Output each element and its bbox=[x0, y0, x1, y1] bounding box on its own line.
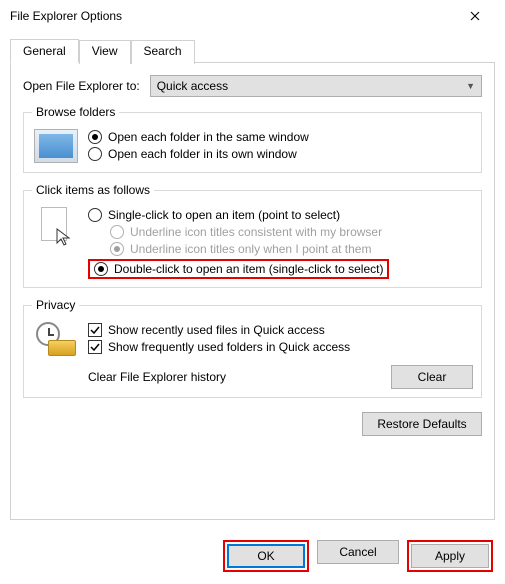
radio-single-click[interactable]: Single-click to open an item (point to s… bbox=[88, 208, 473, 222]
radio-icon bbox=[110, 242, 124, 256]
titlebar: File Explorer Options bbox=[0, 0, 505, 32]
privacy-legend: Privacy bbox=[32, 298, 79, 312]
browse-folders-group: Browse folders Open each folder in the s… bbox=[23, 105, 482, 173]
open-to-value: Quick access bbox=[157, 79, 228, 93]
radio-double-click[interactable]: Double-click to open an item (single-cli… bbox=[94, 262, 383, 276]
tab-strip: General View Search bbox=[10, 38, 495, 62]
close-icon bbox=[470, 11, 480, 21]
tab-search[interactable]: Search bbox=[131, 40, 195, 64]
click-items-group: Click items as follows Single-click to o… bbox=[23, 183, 482, 288]
cancel-button[interactable]: Cancel bbox=[317, 540, 399, 564]
radio-icon bbox=[88, 147, 102, 161]
privacy-icon bbox=[32, 320, 80, 357]
radio-same-window[interactable]: Open each folder in the same window bbox=[88, 130, 473, 144]
checkbox-recent-files[interactable]: Show recently used files in Quick access bbox=[88, 323, 473, 337]
open-to-label: Open File Explorer to: bbox=[23, 79, 140, 93]
privacy-group: Privacy Show recently used files in Quic… bbox=[23, 298, 482, 398]
checkbox-frequent-folders[interactable]: Show frequently used folders in Quick ac… bbox=[88, 340, 473, 354]
click-items-icon bbox=[32, 205, 80, 279]
radio-underline-browser: Underline icon titles consistent with my… bbox=[110, 225, 473, 239]
radio-icon bbox=[94, 262, 108, 276]
open-to-dropdown[interactable]: Quick access ▼ bbox=[150, 75, 482, 97]
checkbox-label: Show frequently used folders in Quick ac… bbox=[108, 340, 350, 354]
radio-label: Open each folder in the same window bbox=[108, 130, 309, 144]
radio-underline-point: Underline icon titles only when I point … bbox=[110, 242, 473, 256]
dialog-window: File Explorer Options General View Searc… bbox=[0, 0, 505, 584]
highlight-apply: Apply bbox=[407, 540, 493, 572]
radio-own-window[interactable]: Open each folder in its own window bbox=[88, 147, 473, 161]
radio-icon bbox=[88, 208, 102, 222]
clear-history-label: Clear File Explorer history bbox=[88, 370, 226, 384]
ok-button[interactable]: OK bbox=[227, 544, 305, 568]
tab-panel-general: Open File Explorer to: Quick access ▼ Br… bbox=[10, 62, 495, 520]
clear-button[interactable]: Clear bbox=[391, 365, 473, 389]
restore-defaults-button[interactable]: Restore Defaults bbox=[362, 412, 482, 436]
browse-folders-legend: Browse folders bbox=[32, 105, 119, 119]
radio-label: Open each folder in its own window bbox=[108, 147, 297, 161]
close-button[interactable] bbox=[455, 2, 495, 30]
radio-icon bbox=[110, 225, 124, 239]
checkbox-icon bbox=[88, 340, 102, 354]
open-to-row: Open File Explorer to: Quick access ▼ bbox=[23, 75, 482, 97]
checkbox-label: Show recently used files in Quick access bbox=[108, 323, 325, 337]
checkbox-icon bbox=[88, 323, 102, 337]
radio-label: Underline icon titles only when I point … bbox=[130, 242, 371, 256]
window-title: File Explorer Options bbox=[10, 9, 455, 23]
content-area: General View Search Open File Explorer t… bbox=[0, 32, 505, 530]
tab-general[interactable]: General bbox=[10, 39, 79, 63]
radio-icon bbox=[88, 130, 102, 144]
radio-label: Underline icon titles consistent with my… bbox=[130, 225, 382, 239]
chevron-down-icon: ▼ bbox=[466, 81, 475, 91]
radio-label: Single-click to open an item (point to s… bbox=[108, 208, 340, 222]
click-items-legend: Click items as follows bbox=[32, 183, 154, 197]
highlight-double-click: Double-click to open an item (single-cli… bbox=[88, 259, 473, 279]
browse-folders-icon bbox=[32, 127, 80, 164]
tab-view[interactable]: View bbox=[79, 40, 131, 64]
dialog-footer: OK Cancel Apply bbox=[223, 540, 493, 572]
radio-label: Double-click to open an item (single-cli… bbox=[114, 262, 383, 276]
apply-button[interactable]: Apply bbox=[411, 544, 489, 568]
highlight-ok: OK bbox=[223, 540, 309, 572]
